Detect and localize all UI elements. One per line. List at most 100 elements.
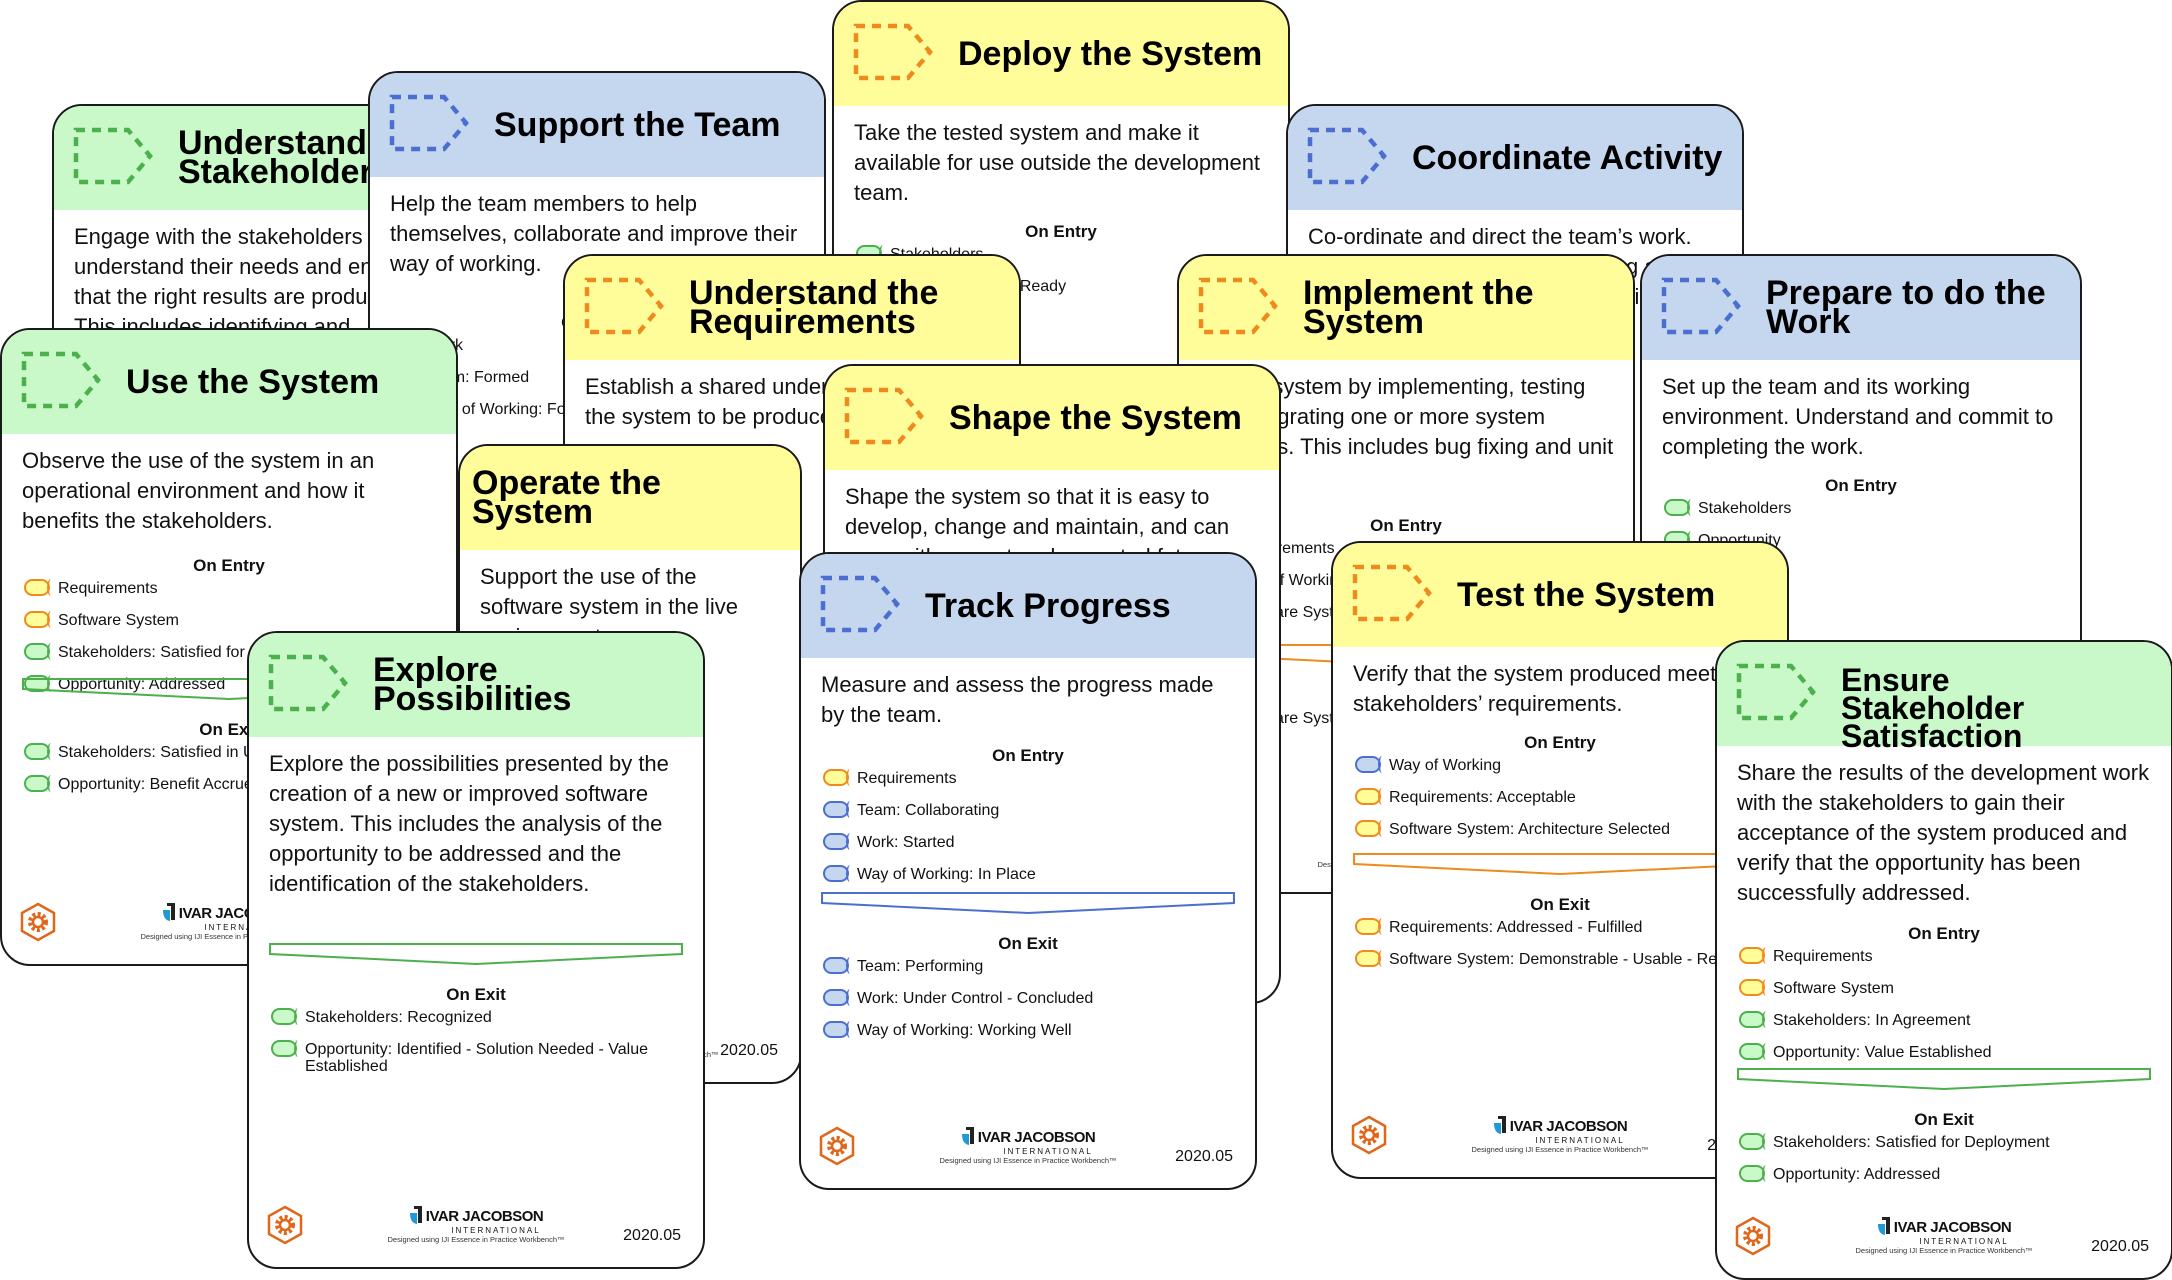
criterion-label: Stakeholders: Recognized xyxy=(305,1009,492,1026)
essence-gear-icon xyxy=(1351,1115,1387,1155)
on-entry-heading: On Entry xyxy=(1825,476,1897,495)
card-title: Deploy the System xyxy=(958,34,1263,73)
alpha-state-icon xyxy=(1739,1043,1765,1060)
activity-icon xyxy=(1351,563,1433,623)
criterion-item: Team: Collaborating xyxy=(823,801,1241,819)
activity-card-ensure-satisfaction[interactable]: Ensure Stakeholder Satisfaction Share the… xyxy=(1715,640,2172,1280)
criterion-label: Way of Working: In Place xyxy=(857,866,1036,883)
criterion-item: Way of Working: In Place xyxy=(823,865,1241,883)
exit-criteria-list: Stakeholders: Recognized Opportunity: Ide… xyxy=(271,1008,689,1090)
criterion-item: Work: Started xyxy=(823,833,1241,851)
card-title: Implement the System xyxy=(1303,274,1534,341)
card-header: Coordinate Activity xyxy=(1288,106,1742,210)
alpha-state-icon xyxy=(24,579,50,596)
entry-exit-arrow xyxy=(821,892,1235,915)
logo-international: INTERNATIONAL xyxy=(451,1226,541,1235)
criterion-item: Opportunity: Value Established xyxy=(1739,1043,2157,1061)
card-version: 2020.05 xyxy=(720,1042,778,1059)
alpha-state-icon xyxy=(1664,499,1690,516)
card-header: Implement the System xyxy=(1179,256,1633,360)
ivar-jacobson-mark-icon xyxy=(1493,1115,1507,1135)
card-footer: IVAR JACOBSONINTERNATIONALDesigned using… xyxy=(249,1197,703,1267)
card-title: Explore Possibilities xyxy=(373,651,572,718)
alpha-state-icon xyxy=(24,743,50,760)
card-description: Take the tested system and make it avail… xyxy=(854,120,1261,205)
entry-exit-arrow xyxy=(269,943,683,966)
criterion-item: Stakeholders: Satisfied for Deployment xyxy=(1739,1133,2157,1151)
alpha-state-icon xyxy=(1355,756,1381,773)
logo-tagline: Designed using IJI Essence in Practice W… xyxy=(1471,1145,1649,1154)
criterion-label: Way of Working: Working Well xyxy=(857,1022,1072,1039)
criterion-label: Requirements: Addressed - Fulfilled xyxy=(1389,919,1643,936)
criterion-label: Work: Under Control - Concluded xyxy=(857,990,1094,1007)
criterion-label: Software System: Demonstrable - Usable -… xyxy=(1389,951,1743,968)
card-title: Prepare to do the Work xyxy=(1766,274,2046,341)
alpha-state-icon xyxy=(271,1008,297,1025)
alpha-state-icon xyxy=(823,833,849,850)
alpha-state-icon xyxy=(1355,820,1381,837)
card-title: Coordinate Activity xyxy=(1412,138,1723,177)
card-title: Test the System xyxy=(1457,575,1716,614)
ivar-jacobson-mark-icon xyxy=(961,1126,975,1146)
criterion-label: Stakeholders xyxy=(1698,500,1792,517)
activity-icon xyxy=(1306,126,1388,186)
alpha-state-icon xyxy=(24,643,50,660)
criterion-item: Software System: Architecture Selected xyxy=(1355,820,1773,838)
activity-card-explore-possibilities[interactable]: Explore Possibilities Explore the possibi… xyxy=(247,631,705,1269)
essence-gear-icon xyxy=(20,902,56,942)
logo-international: INTERNATIONAL xyxy=(1919,1237,2009,1246)
card-description: Observe the use of the system in an oper… xyxy=(22,448,375,533)
card-header: Track Progress xyxy=(801,554,1255,658)
criterion-item: Stakeholders: In Agreement xyxy=(1739,1011,2157,1029)
card-header: Support the Team xyxy=(370,73,824,177)
alpha-state-icon xyxy=(1739,979,1765,996)
ivar-jacobson-logo: IVAR JACOBSONINTERNATIONALDesigned using… xyxy=(928,1126,1128,1166)
card-footer: IVAR JACOBSONINTERNATIONALDesigned using… xyxy=(801,1118,1255,1188)
card-description: Share the results of the development wor… xyxy=(1737,760,2150,905)
activity-icon xyxy=(1197,276,1279,336)
card-description: Verify that the system produced meets th… xyxy=(1353,661,1764,716)
on-exit-heading: On Exit xyxy=(446,985,506,1004)
criterion-item: Requirements xyxy=(24,579,442,597)
entry-criteria-list: Requirements Software System Stakeholders:… xyxy=(1739,947,2157,1076)
essence-gear-icon xyxy=(267,1205,303,1245)
criterion-item: Software System xyxy=(24,611,442,629)
ivar-jacobson-logo: IVAR JACOBSONINTERNATIONALDesigned using… xyxy=(376,1205,576,1245)
alpha-state-icon xyxy=(1739,1011,1765,1028)
on-entry-heading: On Entry xyxy=(1908,924,1980,943)
ivar-jacobson-logo: IVAR JACOBSONINTERNATIONALDesigned using… xyxy=(1844,1216,2044,1256)
card-title: Understand the Requirements xyxy=(689,274,939,341)
alpha-state-icon xyxy=(24,611,50,628)
logo-name: IVAR JACOBSON xyxy=(425,1208,544,1225)
criterion-item: Work: Under Control - Concluded xyxy=(823,989,1241,1007)
essence-gear-icon xyxy=(1735,1216,1771,1256)
card-header: Prepare to do the Work xyxy=(1642,256,2080,360)
card-title: Shape the System xyxy=(949,398,1242,437)
criterion-label: Software System xyxy=(1773,980,1894,997)
card-header: Shape the System xyxy=(825,366,1279,470)
activity-icon xyxy=(583,276,665,336)
card-title: Ensure Stakeholder Satisfaction xyxy=(1841,662,2025,754)
criterion-item: Stakeholders xyxy=(1664,499,2066,517)
activity-card-track-progress[interactable]: Track Progress Measure and assess the pro… xyxy=(799,552,1257,1190)
entry-criteria-list: Way of Working Requirements: Acceptable So… xyxy=(1355,756,1773,853)
exit-criteria-list: Stakeholders: Satisfied for Deployment Op… xyxy=(1739,1133,2157,1198)
logo-tagline: Designed using IJI Essence in Practice W… xyxy=(939,1156,1117,1165)
card-title: Track Progress xyxy=(925,586,1171,625)
logo-international: INTERNATIONAL xyxy=(1535,1136,1625,1145)
card-footer: IVAR JACOBSONINTERNATIONALDesigned using… xyxy=(1717,1208,2171,1278)
criterion-item: Requirements xyxy=(823,769,1241,787)
entry-exit-arrow xyxy=(1737,1068,2151,1091)
criterion-label: Team: Performing xyxy=(857,958,984,975)
essence-gear-icon xyxy=(819,1126,855,1166)
on-exit-heading: On Exit xyxy=(1914,1110,1974,1129)
alpha-state-icon xyxy=(1355,788,1381,805)
criterion-item: Requirements: Addressed - Fulfilled xyxy=(1355,918,1773,936)
logo-name: IVAR JACOBSON xyxy=(1509,1118,1628,1135)
exit-criteria-list: Requirements: Addressed - Fulfilled Softw… xyxy=(1355,918,1773,983)
criterion-label: Software System xyxy=(58,612,179,629)
card-version: 2020.05 xyxy=(623,1227,681,1244)
ivar-jacobson-mark-icon xyxy=(1877,1216,1891,1236)
entry-criteria-list: Requirements Team: Collaborating Work: Sta… xyxy=(823,769,1241,898)
alpha-state-icon xyxy=(823,769,849,786)
